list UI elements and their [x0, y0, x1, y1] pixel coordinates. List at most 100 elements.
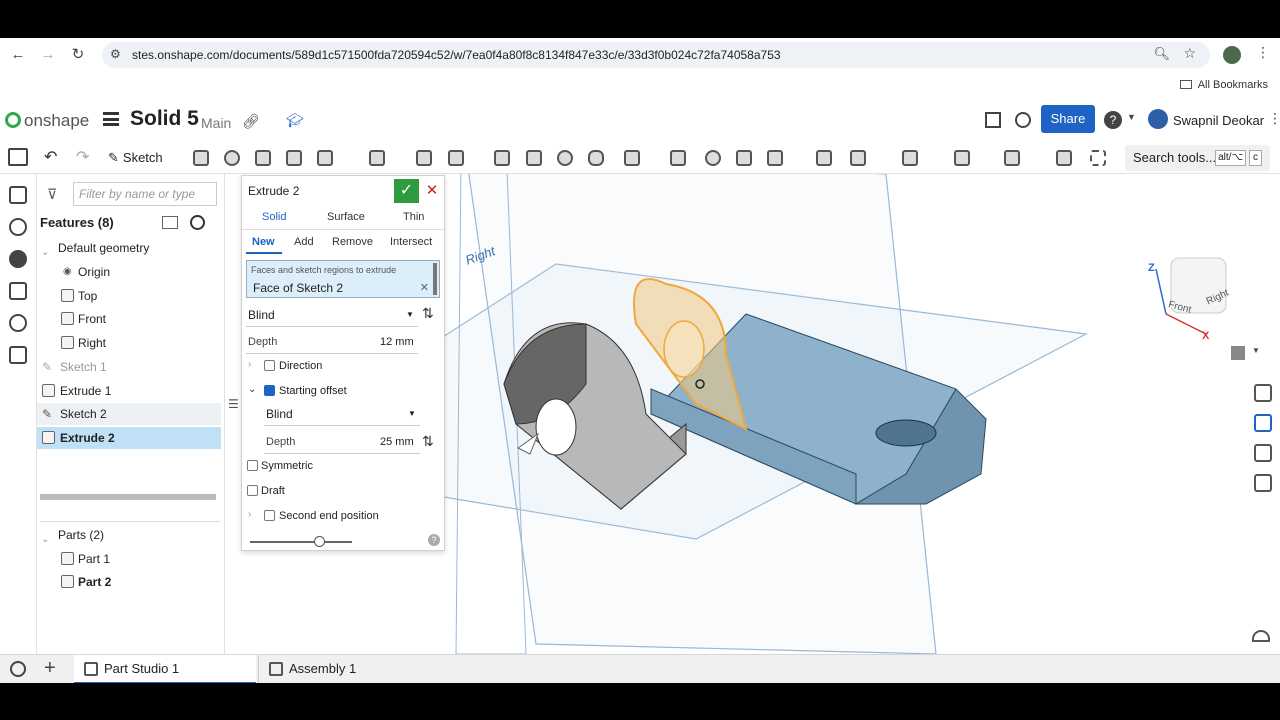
app-store-icon[interactable] [985, 112, 1001, 128]
section-view-icon[interactable] [1254, 444, 1272, 462]
sweep-icon[interactable] [253, 148, 273, 168]
modify-fillet-icon[interactable] [848, 148, 868, 168]
part-1-hole[interactable] [535, 398, 577, 456]
chevron-down-icon[interactable]: ⌄ [248, 384, 256, 395]
confirm-button[interactable]: ✓ [394, 179, 419, 203]
thicken-icon[interactable] [315, 148, 335, 168]
filter-input[interactable]: Filter by name or type [73, 182, 217, 206]
rollback-bar[interactable] [40, 494, 216, 500]
appearance-icon[interactable] [1254, 384, 1272, 402]
shell-icon[interactable] [524, 148, 544, 168]
filter-icon[interactable]: ⊽ [47, 186, 57, 203]
mirror-icon[interactable] [668, 148, 688, 168]
chevron-right-icon[interactable]: › [248, 509, 251, 520]
tab-thin[interactable]: Thin [403, 211, 424, 223]
back-icon[interactable]: ← [8, 45, 28, 65]
render-mode-icon[interactable] [1254, 414, 1272, 432]
feature-list-icon[interactable] [9, 186, 27, 204]
list-item[interactable]: ✎ Sketch 1 [37, 356, 221, 378]
help-icon[interactable]: ? [1104, 111, 1122, 129]
hamburger-menu-icon[interactable] [103, 112, 119, 126]
branch-label[interactable]: Main [201, 115, 231, 131]
feature-list-toggle-icon[interactable] [8, 148, 28, 166]
address-bar[interactable]: ⚙ stes.onshape.com/documents/589d1c57150… [102, 42, 1210, 68]
view-options-icon[interactable] [1231, 346, 1245, 360]
reload-icon[interactable]: ↻ [68, 45, 88, 65]
tab-intersect[interactable]: Intersect [390, 236, 432, 248]
zoom-to-fit-icon[interactable] [1252, 630, 1270, 642]
variable-icon[interactable] [1054, 148, 1074, 168]
rib-icon[interactable] [492, 148, 512, 168]
history-icon[interactable] [9, 314, 27, 332]
view-options-chevron-icon[interactable]: ▼ [1252, 346, 1260, 355]
extrude-icon[interactable] [191, 148, 211, 168]
starting-offset-checkbox[interactable] [264, 385, 275, 396]
properties-icon[interactable] [9, 346, 27, 364]
help-chevron-icon[interactable]: ▼ [1127, 112, 1136, 122]
preview-slider-track[interactable] [250, 541, 352, 543]
tab-solid[interactable]: Solid [262, 211, 286, 223]
direction-checkbox[interactable] [264, 360, 275, 371]
boolean-icon[interactable] [703, 148, 723, 168]
tab-surface[interactable]: Surface [327, 211, 365, 223]
parts-icon[interactable] [9, 282, 27, 300]
tab-new[interactable]: New [252, 236, 275, 248]
tab-manager-icon[interactable] [10, 661, 26, 677]
onshape-logo[interactable]: onshape [5, 111, 89, 131]
tab-add[interactable]: Add [294, 236, 314, 248]
tab-assembly-1[interactable]: Assembly 1 [258, 655, 438, 683]
clear-selection-icon[interactable]: ✕ [420, 281, 429, 294]
offset-type-select[interactable]: Blind ▼ [242, 404, 444, 424]
list-item[interactable]: Part 1 [37, 548, 221, 570]
draft-icon[interactable] [446, 148, 466, 168]
tab-remove[interactable]: Remove [332, 236, 373, 248]
transform-icon[interactable] [765, 148, 785, 168]
draft-checkbox[interactable] [247, 485, 258, 496]
list-item[interactable]: ◉ Origin [37, 261, 221, 283]
tab-part-studio-1[interactable]: Part Studio 1 [74, 655, 256, 683]
delete-part-icon[interactable] [814, 148, 834, 168]
add-custom-feature-icon[interactable] [1088, 148, 1108, 168]
symmetric-option[interactable]: Symmetric [242, 457, 444, 477]
revolve-icon[interactable] [222, 148, 242, 168]
comments-icon[interactable] [9, 250, 27, 268]
panel-collapse-icon[interactable]: ☰ [228, 397, 240, 415]
fillet-icon[interactable] [367, 148, 387, 168]
depth-field[interactable]: Depth 12 mm [242, 333, 444, 353]
surface-icon[interactable] [1002, 148, 1022, 168]
list-item[interactable]: Top [37, 285, 221, 307]
list-item[interactable]: ✎ Sketch 2 [37, 403, 221, 425]
sketch-circle[interactable] [663, 320, 705, 378]
user-name[interactable]: Swapnil Deokar [1173, 113, 1264, 128]
help-icon[interactable]: ? [428, 534, 440, 546]
split-icon[interactable] [734, 148, 754, 168]
sketch-button[interactable]: ✎ Sketch [108, 147, 163, 169]
measure-icon[interactable] [1254, 474, 1272, 492]
learning-center-icon[interactable]: 🎓︎ [286, 112, 304, 129]
timer-icon[interactable] [190, 215, 205, 230]
offset-depth-field[interactable]: Depth 25 mm ⇅ [242, 433, 444, 453]
symmetric-checkbox[interactable] [247, 460, 258, 471]
preview-slider-knob[interactable] [314, 536, 325, 547]
zoom-icon[interactable]: 🔍︎ [1153, 46, 1170, 62]
second-end-option[interactable]: › Second end position [242, 507, 444, 527]
second-end-checkbox[interactable] [264, 510, 275, 521]
flip-direction-icon[interactable]: ⇅ [422, 305, 434, 322]
add-tab-icon[interactable]: + [44, 657, 56, 680]
scrollbar[interactable] [433, 263, 437, 295]
notifications-icon[interactable] [1015, 112, 1031, 128]
site-info-icon[interactable]: ⚙ [110, 47, 121, 61]
list-item[interactable]: Extrude 1 [37, 380, 221, 402]
chamfer-icon[interactable] [414, 148, 434, 168]
part-2-hole[interactable] [875, 419, 937, 447]
cancel-button[interactable]: ✕ [424, 181, 440, 201]
list-item[interactable]: Front [37, 308, 221, 330]
document-title[interactable]: Solid 5 [130, 107, 199, 131]
cylinder-icon[interactable] [586, 148, 606, 168]
pattern-icon[interactable] [622, 148, 642, 168]
list-item[interactable]: Part 2 [37, 571, 221, 593]
list-item[interactable]: Right [37, 332, 221, 354]
browser-menu-icon[interactable]: ⋮ [1256, 44, 1270, 61]
share-button[interactable]: Share [1041, 105, 1095, 133]
undo-icon[interactable]: ↶ [44, 147, 57, 167]
